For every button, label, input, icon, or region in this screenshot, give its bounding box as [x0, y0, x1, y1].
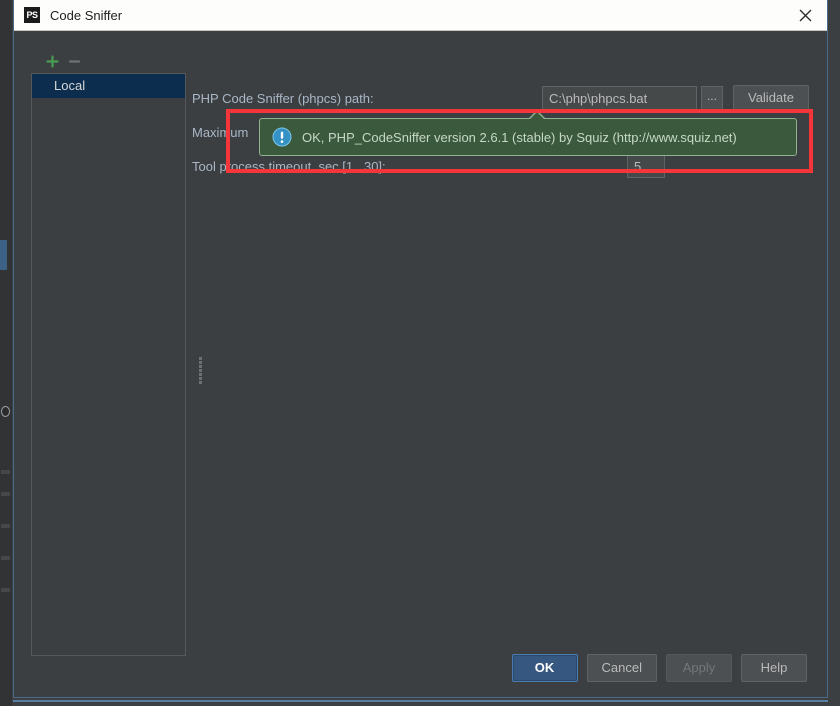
ide-text-smudge [1, 492, 10, 496]
ide-left-gutter [0, 0, 12, 706]
apply-button: Apply [666, 654, 732, 682]
maximum-label: Maximum [192, 124, 249, 140]
remove-configuration-button[interactable] [63, 50, 85, 72]
configuration-list[interactable]: Local [31, 73, 186, 656]
ide-breakpoint-dot [1, 406, 10, 417]
list-item[interactable]: Local [32, 74, 185, 98]
tool-timeout-row: Tool process timeout, sec [1...30]: [192, 153, 809, 179]
interpreters-pane: Local [31, 49, 186, 656]
validation-balloon[interactable]: OK, PHP_CodeSniffer version 2.6.1 (stabl… [259, 110, 797, 156]
phpcs-path-row: PHP Code Sniffer (phpcs) path: ... Valid… [192, 85, 809, 111]
browse-path-button[interactable]: ... [700, 86, 723, 110]
ide-tool-window-tab[interactable] [0, 240, 7, 270]
phpcs-path-label: PHP Code Sniffer (phpcs) path: [192, 90, 374, 106]
ide-text-smudge [1, 588, 10, 592]
validate-button[interactable]: Validate [732, 85, 809, 111]
ide-text-smudge [1, 556, 10, 560]
code-sniffer-dialog: PS Code Sniffer Local PHP Code Sniffer (… [13, 0, 828, 698]
cancel-button[interactable]: Cancel [586, 654, 657, 682]
list-toolbar [31, 49, 186, 73]
balloon-pointer-inner [529, 112, 545, 120]
phpcs-path-input[interactable] [541, 86, 697, 110]
info-circle-icon [272, 127, 292, 147]
validation-message: OK, PHP_CodeSniffer version 2.6.1 (stabl… [302, 129, 737, 145]
ok-button[interactable]: OK [511, 654, 578, 682]
dialog-footer: OK Cancel Apply Help [14, 639, 827, 697]
pane-splitter-handle[interactable] [197, 356, 204, 388]
dialog-body: Local PHP Code Sniffer (phpcs) path: ...… [14, 31, 827, 697]
help-button[interactable]: Help [741, 654, 807, 682]
ide-text-smudge [1, 524, 10, 528]
tool-timeout-label: Tool process timeout, sec [1...30]: [192, 158, 386, 174]
dialog-title: Code Sniffer [50, 7, 123, 23]
dialog-titlebar: PS Code Sniffer [14, 0, 827, 31]
close-icon[interactable] [783, 0, 827, 31]
add-configuration-button[interactable] [41, 50, 63, 72]
phpstorm-app-icon: PS [24, 7, 40, 23]
window-bottom-border [13, 700, 828, 702]
ide-text-smudge [1, 470, 10, 474]
tool-timeout-input[interactable] [627, 154, 665, 178]
